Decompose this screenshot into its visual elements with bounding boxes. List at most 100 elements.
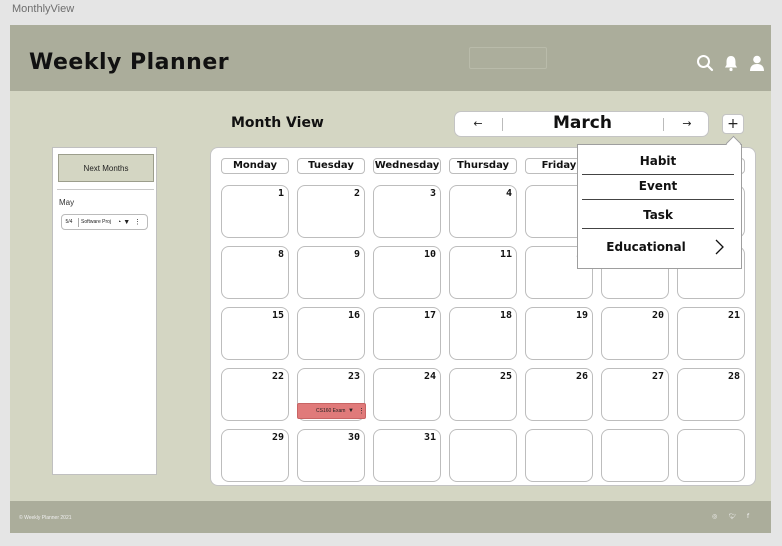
- day-cell[interactable]: 19: [525, 307, 593, 360]
- day-cell[interactable]: 28: [677, 368, 745, 421]
- day-number: 19: [575, 310, 588, 321]
- day-number: 1: [277, 188, 284, 199]
- day-number: 11: [499, 249, 512, 260]
- pie-icon: ◔: [117, 218, 122, 226]
- weekday-header: Wednesday: [373, 158, 441, 174]
- day-cell[interactable]: 9: [297, 246, 365, 299]
- sidebar-divider: [57, 189, 154, 190]
- bell-icon[interactable]: [722, 54, 740, 72]
- day-cell[interactable]: 18: [449, 307, 517, 360]
- day-cell[interactable]: [601, 429, 669, 482]
- day-cell[interactable]: 10: [373, 246, 441, 299]
- sidebar-event-item[interactable]: 5/4 Software Proj ◔ ▼ ⋮: [61, 214, 148, 230]
- sidebar: Next Months May 5/4 Software Proj ◔ ▼ ⋮: [52, 147, 157, 475]
- day-cell[interactable]: 4: [449, 185, 517, 238]
- day-number: 27: [651, 371, 664, 382]
- facebook-icon[interactable]: f: [747, 513, 749, 520]
- calendar-event[interactable]: CS160 Exam ▼ ⋮: [297, 403, 366, 419]
- divider: [582, 199, 734, 200]
- day-number: 26: [575, 371, 588, 382]
- day-number: 2: [353, 188, 360, 199]
- divider: [502, 118, 503, 131]
- calendar-event-title: CS160 Exam: [316, 408, 346, 414]
- day-number: 9: [353, 249, 360, 260]
- next-month-button[interactable]: →: [677, 116, 697, 132]
- day-number: 22: [271, 371, 284, 382]
- app-title: Weekly Planner: [29, 50, 230, 75]
- sidebar-event-title: Software Proj: [81, 219, 112, 225]
- chevron-down-icon[interactable]: ▼: [123, 219, 130, 226]
- day-number: 23: [347, 371, 360, 382]
- day-number: 28: [727, 371, 740, 382]
- twitter-icon[interactable]: 🐦︎: [729, 513, 737, 520]
- copyright: © Weekly Planner 2021: [19, 515, 72, 521]
- search-field[interactable]: [469, 47, 547, 69]
- day-cell[interactable]: 17: [373, 307, 441, 360]
- day-cell[interactable]: 2: [297, 185, 365, 238]
- day-number: 20: [651, 310, 664, 321]
- day-number: 31: [423, 432, 436, 443]
- divider: [582, 228, 734, 229]
- day-number: 29: [271, 432, 284, 443]
- day-cell[interactable]: 8: [221, 246, 289, 299]
- instagram-icon[interactable]: ◎: [712, 513, 717, 520]
- day-cell[interactable]: 20: [601, 307, 669, 360]
- app-window: Weekly Planner Next Months May 5/4 Softw…: [10, 25, 771, 533]
- view-title: Month View: [231, 115, 324, 131]
- day-number: 3: [429, 188, 436, 199]
- day-number: 8: [277, 249, 284, 260]
- weekday-header: Tuesday: [297, 158, 365, 174]
- menu-item-task[interactable]: Task: [582, 208, 734, 222]
- day-cell[interactable]: 27: [601, 368, 669, 421]
- day-cell[interactable]: 22: [221, 368, 289, 421]
- more-icon[interactable]: ⋮: [134, 218, 141, 226]
- sidebar-month-label: May: [59, 198, 75, 207]
- day-number: 15: [271, 310, 284, 321]
- more-icon[interactable]: ⋮: [358, 407, 365, 415]
- weekday-header: Thursday: [449, 158, 517, 174]
- day-cell[interactable]: 11: [449, 246, 517, 299]
- day-number: 21: [727, 310, 740, 321]
- user-icon[interactable]: [748, 54, 766, 72]
- day-cell[interactable]: 30: [297, 429, 365, 482]
- divider: [582, 174, 734, 175]
- day-number: 18: [499, 310, 512, 321]
- footer: © Weekly Planner 2021 ◎ 🐦︎ f: [10, 501, 771, 533]
- day-cell[interactable]: 16: [297, 307, 365, 360]
- next-months-button[interactable]: Next Months: [58, 154, 154, 182]
- menu-item-habit[interactable]: Habit: [582, 154, 734, 168]
- divider: [78, 217, 79, 227]
- weekday-header: Monday: [221, 158, 289, 174]
- day-cell[interactable]: 26: [525, 368, 593, 421]
- day-cell[interactable]: 21: [677, 307, 745, 360]
- divider: [663, 118, 664, 131]
- menu-item-educational[interactable]: Educational: [578, 240, 714, 254]
- search-icon[interactable]: [696, 54, 714, 72]
- day-cell[interactable]: 1: [221, 185, 289, 238]
- add-button[interactable]: +: [722, 114, 744, 134]
- prev-month-button[interactable]: ←: [468, 116, 488, 132]
- month-navigator: ← March →: [454, 111, 709, 137]
- day-cell[interactable]: 15: [221, 307, 289, 360]
- header: Weekly Planner: [10, 25, 771, 91]
- day-number: 4: [505, 188, 512, 199]
- day-cell[interactable]: [525, 429, 593, 482]
- day-number: 16: [347, 310, 360, 321]
- add-menu: Habit Event Task Educational: [577, 144, 742, 269]
- day-cell[interactable]: [677, 429, 745, 482]
- sidebar-event-date: 5/4: [65, 219, 73, 225]
- chevron-right-icon[interactable]: [714, 239, 724, 255]
- chevron-down-icon[interactable]: ▼: [348, 408, 354, 414]
- day-cell[interactable]: [449, 429, 517, 482]
- menu-item-event[interactable]: Event: [582, 179, 734, 193]
- day-number: 25: [499, 371, 512, 382]
- day-cell[interactable]: 29: [221, 429, 289, 482]
- day-number: 10: [423, 249, 436, 260]
- day-cell[interactable]: 24: [373, 368, 441, 421]
- day-number: 24: [423, 371, 436, 382]
- day-cell[interactable]: 31: [373, 429, 441, 482]
- day-cell[interactable]: 25: [449, 368, 517, 421]
- day-number: 17: [423, 310, 436, 321]
- month-name: March: [553, 113, 612, 133]
- day-cell[interactable]: 3: [373, 185, 441, 238]
